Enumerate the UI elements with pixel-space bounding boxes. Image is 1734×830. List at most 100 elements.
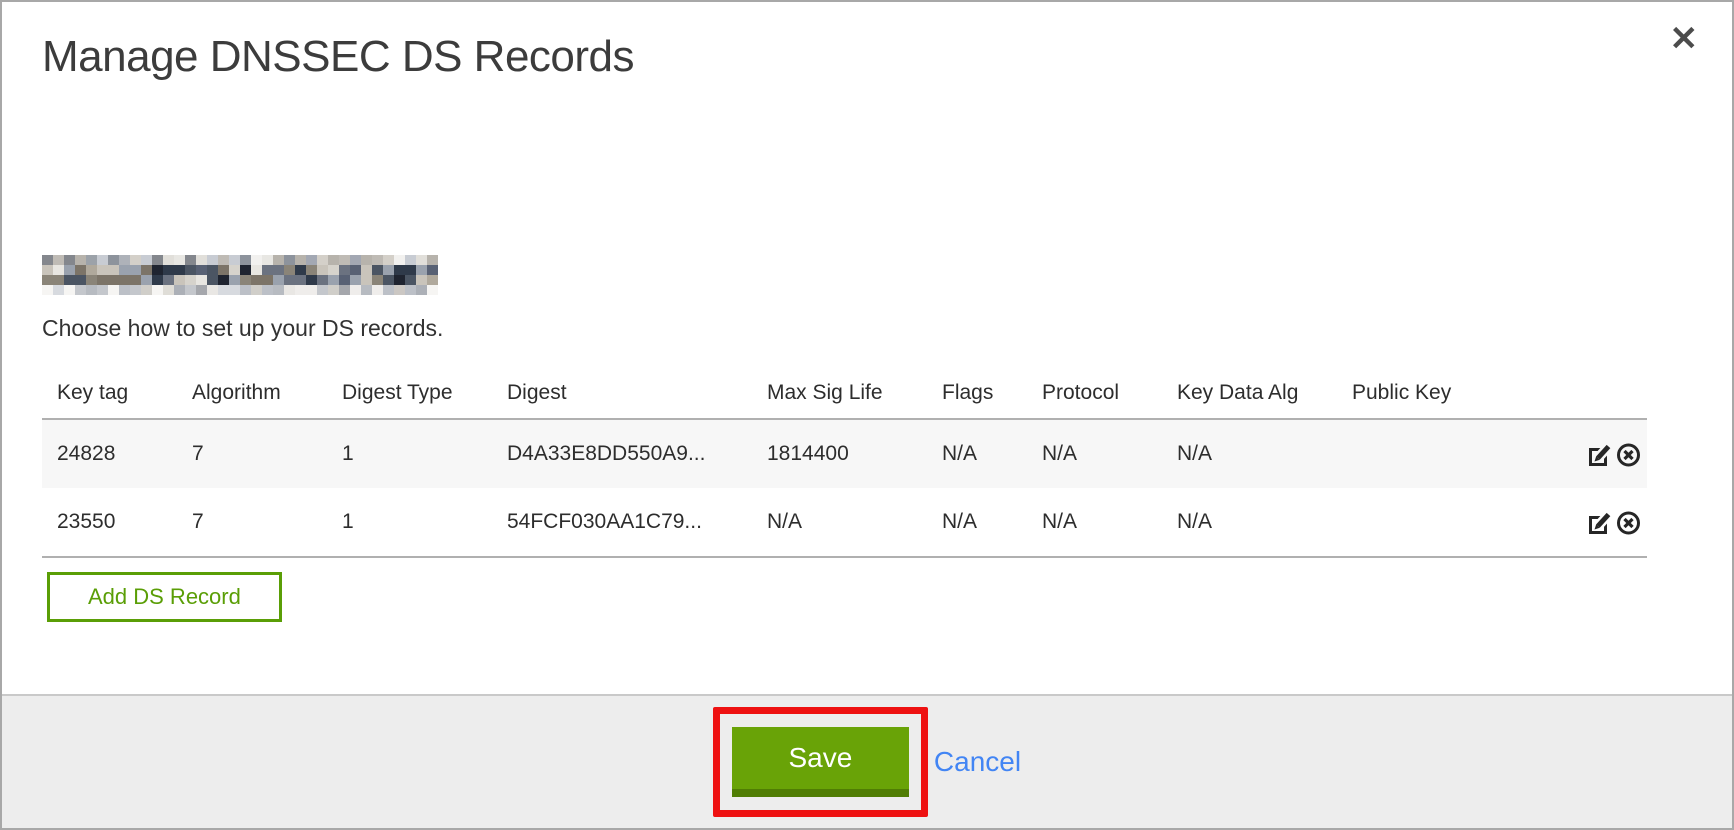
- mosaic-block: [306, 285, 317, 295]
- mosaic-block: [163, 255, 174, 265]
- mosaic-block: [240, 275, 251, 285]
- mosaic-block: [64, 275, 75, 285]
- mosaic-block: [273, 285, 284, 295]
- col-header-key-data-alg: Key Data Alg: [1162, 367, 1337, 419]
- mosaic-block: [53, 255, 64, 265]
- mosaic-block: [262, 275, 273, 285]
- mosaic-block: [306, 255, 317, 265]
- mosaic-block: [416, 265, 427, 275]
- mosaic-block: [163, 285, 174, 295]
- cell-algorithm: 7: [177, 419, 327, 488]
- mosaic-block: [372, 255, 383, 265]
- mosaic-block: [394, 285, 405, 295]
- mosaic-block: [427, 265, 438, 275]
- mosaic-block: [174, 255, 185, 265]
- cell-protocol: N/A: [1027, 419, 1162, 488]
- mosaic-block: [141, 285, 152, 295]
- mosaic-block: [229, 255, 240, 265]
- cell-protocol: N/A: [1027, 488, 1162, 557]
- mosaic-block: [416, 275, 427, 285]
- mosaic-block: [207, 285, 218, 295]
- mosaic-block: [218, 285, 229, 295]
- mosaic-block: [317, 265, 328, 275]
- mosaic-block: [53, 285, 64, 295]
- col-header-digest: Digest: [492, 367, 752, 419]
- mosaic-block: [339, 285, 350, 295]
- mosaic-block: [207, 275, 218, 285]
- mosaic-block: [64, 265, 75, 275]
- mosaic-block: [361, 285, 372, 295]
- mosaic-block: [42, 255, 53, 265]
- manage-dnssec-dialog: ✕ Manage DNSSEC DS Records Choose how to…: [0, 0, 1734, 830]
- mosaic-block: [251, 265, 262, 275]
- mosaic-block: [163, 275, 174, 285]
- mosaic-block: [328, 255, 339, 265]
- table-row: 23550 7 1 54FCF030AA1C79... N/A N/A N/A …: [42, 488, 1647, 557]
- delete-record-button[interactable]: [1615, 441, 1642, 468]
- mosaic-block: [86, 265, 97, 275]
- mosaic-block: [295, 265, 306, 275]
- mosaic-block: [405, 275, 416, 285]
- mosaic-block: [196, 275, 207, 285]
- mosaic-block: [427, 285, 438, 295]
- mosaic-block: [130, 255, 141, 265]
- mosaic-block: [97, 285, 108, 295]
- mosaic-block: [53, 265, 64, 275]
- mosaic-block: [295, 255, 306, 265]
- mosaic-block: [64, 285, 75, 295]
- delete-record-button[interactable]: [1615, 509, 1642, 536]
- mosaic-block: [152, 275, 163, 285]
- cell-digest: D4A33E8DD550A9...: [492, 419, 752, 488]
- add-ds-record-button[interactable]: Add DS Record: [47, 572, 282, 622]
- mosaic-block: [394, 265, 405, 275]
- mosaic-block: [108, 275, 119, 285]
- mosaic-block: [405, 285, 416, 295]
- mosaic-block: [383, 285, 394, 295]
- mosaic-block: [218, 275, 229, 285]
- mosaic-block: [427, 275, 438, 285]
- redacted-domain: [42, 255, 438, 295]
- mosaic-block: [284, 255, 295, 265]
- mosaic-block: [229, 285, 240, 295]
- mosaic-block: [86, 275, 97, 285]
- mosaic-block: [416, 285, 427, 295]
- mosaic-block: [174, 265, 185, 275]
- cancel-link[interactable]: Cancel: [934, 746, 1021, 778]
- mosaic-block: [75, 275, 86, 285]
- table-header-row: Key tag Algorithm Digest Type Digest Max…: [42, 367, 1647, 419]
- edit-icon: [1587, 456, 1614, 471]
- mosaic-block: [262, 255, 273, 265]
- mosaic-block: [306, 265, 317, 275]
- cell-digest-type: 1: [327, 419, 492, 488]
- cell-max-sig-life: N/A: [752, 488, 927, 557]
- mosaic-block: [42, 285, 53, 295]
- mosaic-block: [141, 275, 152, 285]
- mosaic-block: [317, 275, 328, 285]
- mosaic-block: [97, 255, 108, 265]
- col-header-max-sig-life: Max Sig Life: [752, 367, 927, 419]
- edit-record-button[interactable]: [1587, 441, 1614, 468]
- mosaic-block: [383, 255, 394, 265]
- mosaic-block: [75, 285, 86, 295]
- mosaic-block: [339, 275, 350, 285]
- mosaic-block: [174, 275, 185, 285]
- mosaic-block: [328, 275, 339, 285]
- mosaic-block: [174, 285, 185, 295]
- mosaic-block: [152, 265, 163, 275]
- mosaic-block: [229, 275, 240, 285]
- mosaic-block: [119, 275, 130, 285]
- save-button[interactable]: Save: [732, 727, 909, 797]
- col-header-flags: Flags: [927, 367, 1027, 419]
- mosaic-block: [361, 275, 372, 285]
- edit-record-button[interactable]: [1587, 509, 1614, 536]
- mosaic-block: [97, 275, 108, 285]
- mosaic-block: [185, 285, 196, 295]
- mosaic-block: [64, 255, 75, 265]
- mosaic-block: [394, 275, 405, 285]
- close-icon[interactable]: ✕: [1670, 22, 1699, 56]
- mosaic-block: [218, 255, 229, 265]
- circle-x-icon: [1615, 524, 1642, 539]
- mosaic-block: [240, 285, 251, 295]
- mosaic-block: [196, 255, 207, 265]
- mosaic-block: [251, 275, 262, 285]
